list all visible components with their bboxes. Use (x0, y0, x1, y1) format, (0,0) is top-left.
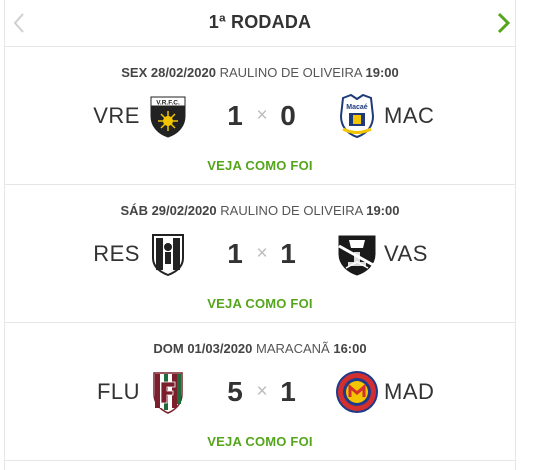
score-separator: × (256, 105, 268, 126)
home-team-abbr: FLU (96, 379, 140, 404)
match-stadium: RAULINO DE OLIVEIRA (220, 203, 363, 218)
madureira-crest-icon (335, 370, 379, 414)
away-score: 1 (280, 238, 296, 269)
match-info: SÁB 29/02/2020 RAULINO DE OLIVEIRA 19:00 (5, 203, 515, 218)
match-time: 19:00 (366, 203, 400, 218)
match-details-link[interactable]: VEJA COMO FOI (5, 434, 515, 449)
match-card: SEX 28/02/2020 RAULINO DE OLIVEIRA 19:00… (5, 47, 515, 185)
round-panel: 1ª RODADA SEX 28/02/2020 RAULINO DE OLIV… (4, 0, 516, 470)
home-score: 1 (227, 238, 243, 269)
volta-redonda-crest-label: V.R.F.C. (156, 100, 180, 107)
match-card: SÁB 29/02/2020 RAULINO DE OLIVEIRA 19:00… (5, 185, 515, 323)
volta-redonda-crest-icon: V.R.F.C. (146, 94, 190, 138)
away-team-abbr: MAC (384, 103, 435, 128)
vasco-crest-icon (335, 232, 379, 276)
match-date: DOM 01/03/2020 (153, 341, 253, 356)
match-stadium: MARACANÃ (256, 341, 330, 356)
macae-crest-label: Macaé (346, 104, 368, 111)
resende-crest-icon (146, 232, 190, 277)
fluminense-crest-icon (146, 370, 190, 414)
match-details-link[interactable]: VEJA COMO FOI (5, 296, 515, 311)
round-header: 1ª RODADA (5, 0, 515, 47)
away-score: 0 (280, 100, 296, 131)
match-stadium: RAULINO DE OLIVEIRA (219, 65, 362, 80)
match-time: 19:00 (365, 65, 399, 80)
macae-crest-icon: Macaé (335, 93, 379, 139)
match-info: SEX 28/02/2020 RAULINO DE OLIVEIRA 19:00 (5, 65, 515, 80)
score-row: RES 1 × 1 VAS (5, 230, 515, 278)
home-score: 5 (227, 376, 243, 407)
away-team-abbr: VAS (384, 241, 428, 266)
away-score: 1 (280, 376, 296, 407)
match-date: SEX 28/02/2020 (121, 65, 216, 80)
score-row: FLU 5 × 1 MAD (5, 368, 515, 416)
page-gutter (516, 0, 535, 470)
match-date: SÁB 29/02/2020 (120, 203, 217, 218)
score-separator: × (256, 381, 268, 402)
match-info: DOM 01/03/2020 MARACANÃ 16:00 (5, 341, 515, 356)
score-separator: × (256, 243, 268, 264)
chevron-right-icon (497, 12, 511, 34)
next-round-button[interactable] (493, 11, 513, 35)
score-row: VRE V.R.F.C. 1 × 0 Macaé MAC (5, 92, 515, 140)
home-team-abbr: VRE (93, 103, 140, 128)
round-title: 1ª RODADA (208, 12, 312, 32)
home-team-abbr: RES (93, 241, 140, 266)
match-card: DOM 01/03/2020 MARACANÃ 16:00 FLU 5 × 1 … (5, 323, 515, 461)
match-details-link[interactable]: VEJA COMO FOI (5, 158, 515, 173)
match-time: 16:00 (333, 341, 367, 356)
home-score: 1 (227, 100, 243, 131)
away-team-abbr: MAD (384, 379, 435, 404)
